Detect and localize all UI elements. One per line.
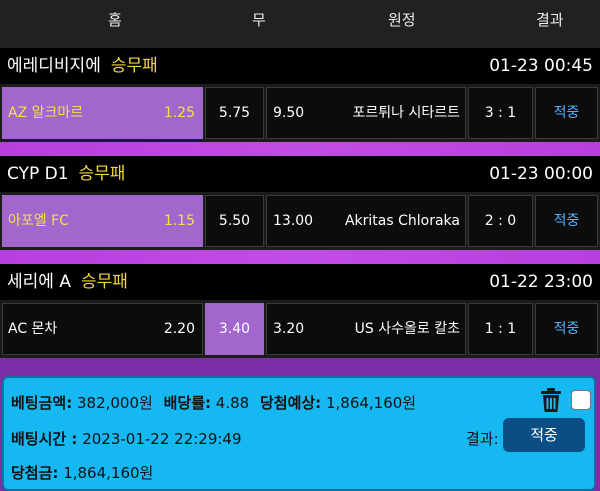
score: 2 : 0 (468, 195, 533, 247)
total-odds: 4.88 (215, 394, 250, 412)
select-checkbox[interactable] (571, 390, 591, 410)
away-odds-cell[interactable]: 13.00 Akritas Chloraka (266, 195, 466, 247)
draw-odds-cell[interactable]: 3.40 (205, 303, 264, 355)
score: 1 : 1 (468, 303, 533, 355)
away-odd: 3.20 (273, 321, 305, 337)
league-name: CYP D1 (7, 164, 69, 184)
result-button[interactable]: 적중 (503, 418, 585, 452)
home-odds-cell[interactable]: 아포엘 FC 1.15 (2, 195, 203, 247)
score: 3 : 1 (468, 87, 533, 139)
bet-amount: 382,000원 (76, 394, 153, 412)
bet-time: 2023-01-22 22:29:49 (82, 430, 242, 448)
home-odd: 1.15 (163, 213, 195, 229)
odds-row: AZ 알크마르 1.25 5.75 9.50 포르튀나 시타르트 3 : 1 적… (0, 84, 600, 142)
bet-type: 승무패 (110, 56, 158, 76)
away-odds-cell[interactable]: 3.20 US 사수올로 칼초 (266, 303, 466, 355)
away-team: 포르튀나 시타르트 (352, 105, 461, 121)
bet-type: 승무패 (80, 272, 128, 292)
draw-odds-cell[interactable]: 5.75 (205, 87, 264, 139)
home-odds-cell[interactable]: AC 몬차 2.20 (2, 303, 203, 355)
trash-icon[interactable] (540, 387, 562, 413)
result-status: 적중 (535, 195, 598, 247)
bet-summary-panel: 베팅금액: 382,000원 배당률: 4.88 당첨예상: 1,864,160… (2, 376, 596, 491)
game-title-bar: 에레디비지에 승무패 01-23 00:45 (0, 48, 600, 84)
away-team: Akritas Chloraka (344, 213, 460, 229)
odds-label: 배당률: (163, 394, 212, 412)
bet-summary-line: 베팅금액: 382,000원 배당률: 4.88 당첨예상: 1,864,160… (11, 392, 416, 413)
result-status: 적중 (535, 303, 598, 355)
result-label: 결과: (466, 430, 499, 448)
game-time: 01-23 00:45 (489, 56, 593, 76)
home-team: 아포엘 FC (8, 213, 69, 229)
away-odd: 9.50 (273, 105, 305, 121)
column-result: 결과 (536, 11, 564, 29)
game-title-bar: CYP D1 승무패 01-23 00:00 (0, 156, 600, 192)
home-odd: 1.25 (163, 105, 195, 121)
win-amount: 1,864,160원 (63, 464, 154, 482)
expected-label: 당첨예상: (259, 394, 322, 412)
home-team: AC 몬차 (8, 321, 58, 337)
result-status: 적중 (535, 87, 598, 139)
divider-strip (0, 250, 600, 264)
game-row: 세리에 A 승무패 01-22 23:00 AC 몬차 2.20 3.40 3.2… (0, 264, 600, 372)
expected-payout: 1,864,160원 (325, 394, 417, 412)
bet-time-line: 배팅시간 : 2023-01-22 22:29:49 (11, 428, 242, 449)
game-row: 에레디비지에 승무패 01-23 00:45 AZ 알크마르 1.25 5.75 … (0, 48, 600, 156)
column-header: 홈 무 원정 결과 (0, 0, 600, 48)
win-amount-label: 당첨금: (11, 464, 59, 482)
league-name: 세리에 A (7, 272, 71, 292)
away-team: US 사수올로 칼초 (354, 321, 460, 337)
bet-amount-label: 베팅금액: (11, 394, 73, 412)
home-odds-cell[interactable]: AZ 알크마르 1.25 (2, 87, 203, 139)
game-title-bar: 세리에 A 승무패 01-22 23:00 (0, 264, 600, 300)
win-amount-line: 당첨금: 1,864,160원 (11, 462, 153, 483)
odds-row: 아포엘 FC 1.15 5.50 13.00 Akritas Chloraka … (0, 192, 600, 250)
draw-odds-cell[interactable]: 5.50 (205, 195, 264, 247)
column-away: 원정 (388, 11, 416, 29)
game-row: CYP D1 승무패 01-23 00:00 아포엘 FC 1.15 5.50 1… (0, 156, 600, 264)
bet-time-label: 배팅시간 : (11, 430, 78, 448)
column-home: 홈 (108, 11, 122, 29)
away-odds-cell[interactable]: 9.50 포르튀나 시타르트 (266, 87, 466, 139)
home-team: AZ 알크마르 (8, 105, 84, 121)
bet-type: 승무패 (78, 164, 126, 184)
away-odd: 13.00 (273, 213, 314, 229)
column-draw: 무 (252, 11, 266, 29)
game-time: 01-23 00:00 (489, 164, 593, 184)
league-name: 에레디비지에 (7, 56, 101, 76)
odds-row: AC 몬차 2.20 3.40 3.20 US 사수올로 칼초 1 : 1 적중 (0, 300, 600, 358)
divider-strip (0, 142, 600, 156)
home-odd: 2.20 (163, 321, 195, 337)
game-time: 01-22 23:00 (489, 272, 593, 292)
